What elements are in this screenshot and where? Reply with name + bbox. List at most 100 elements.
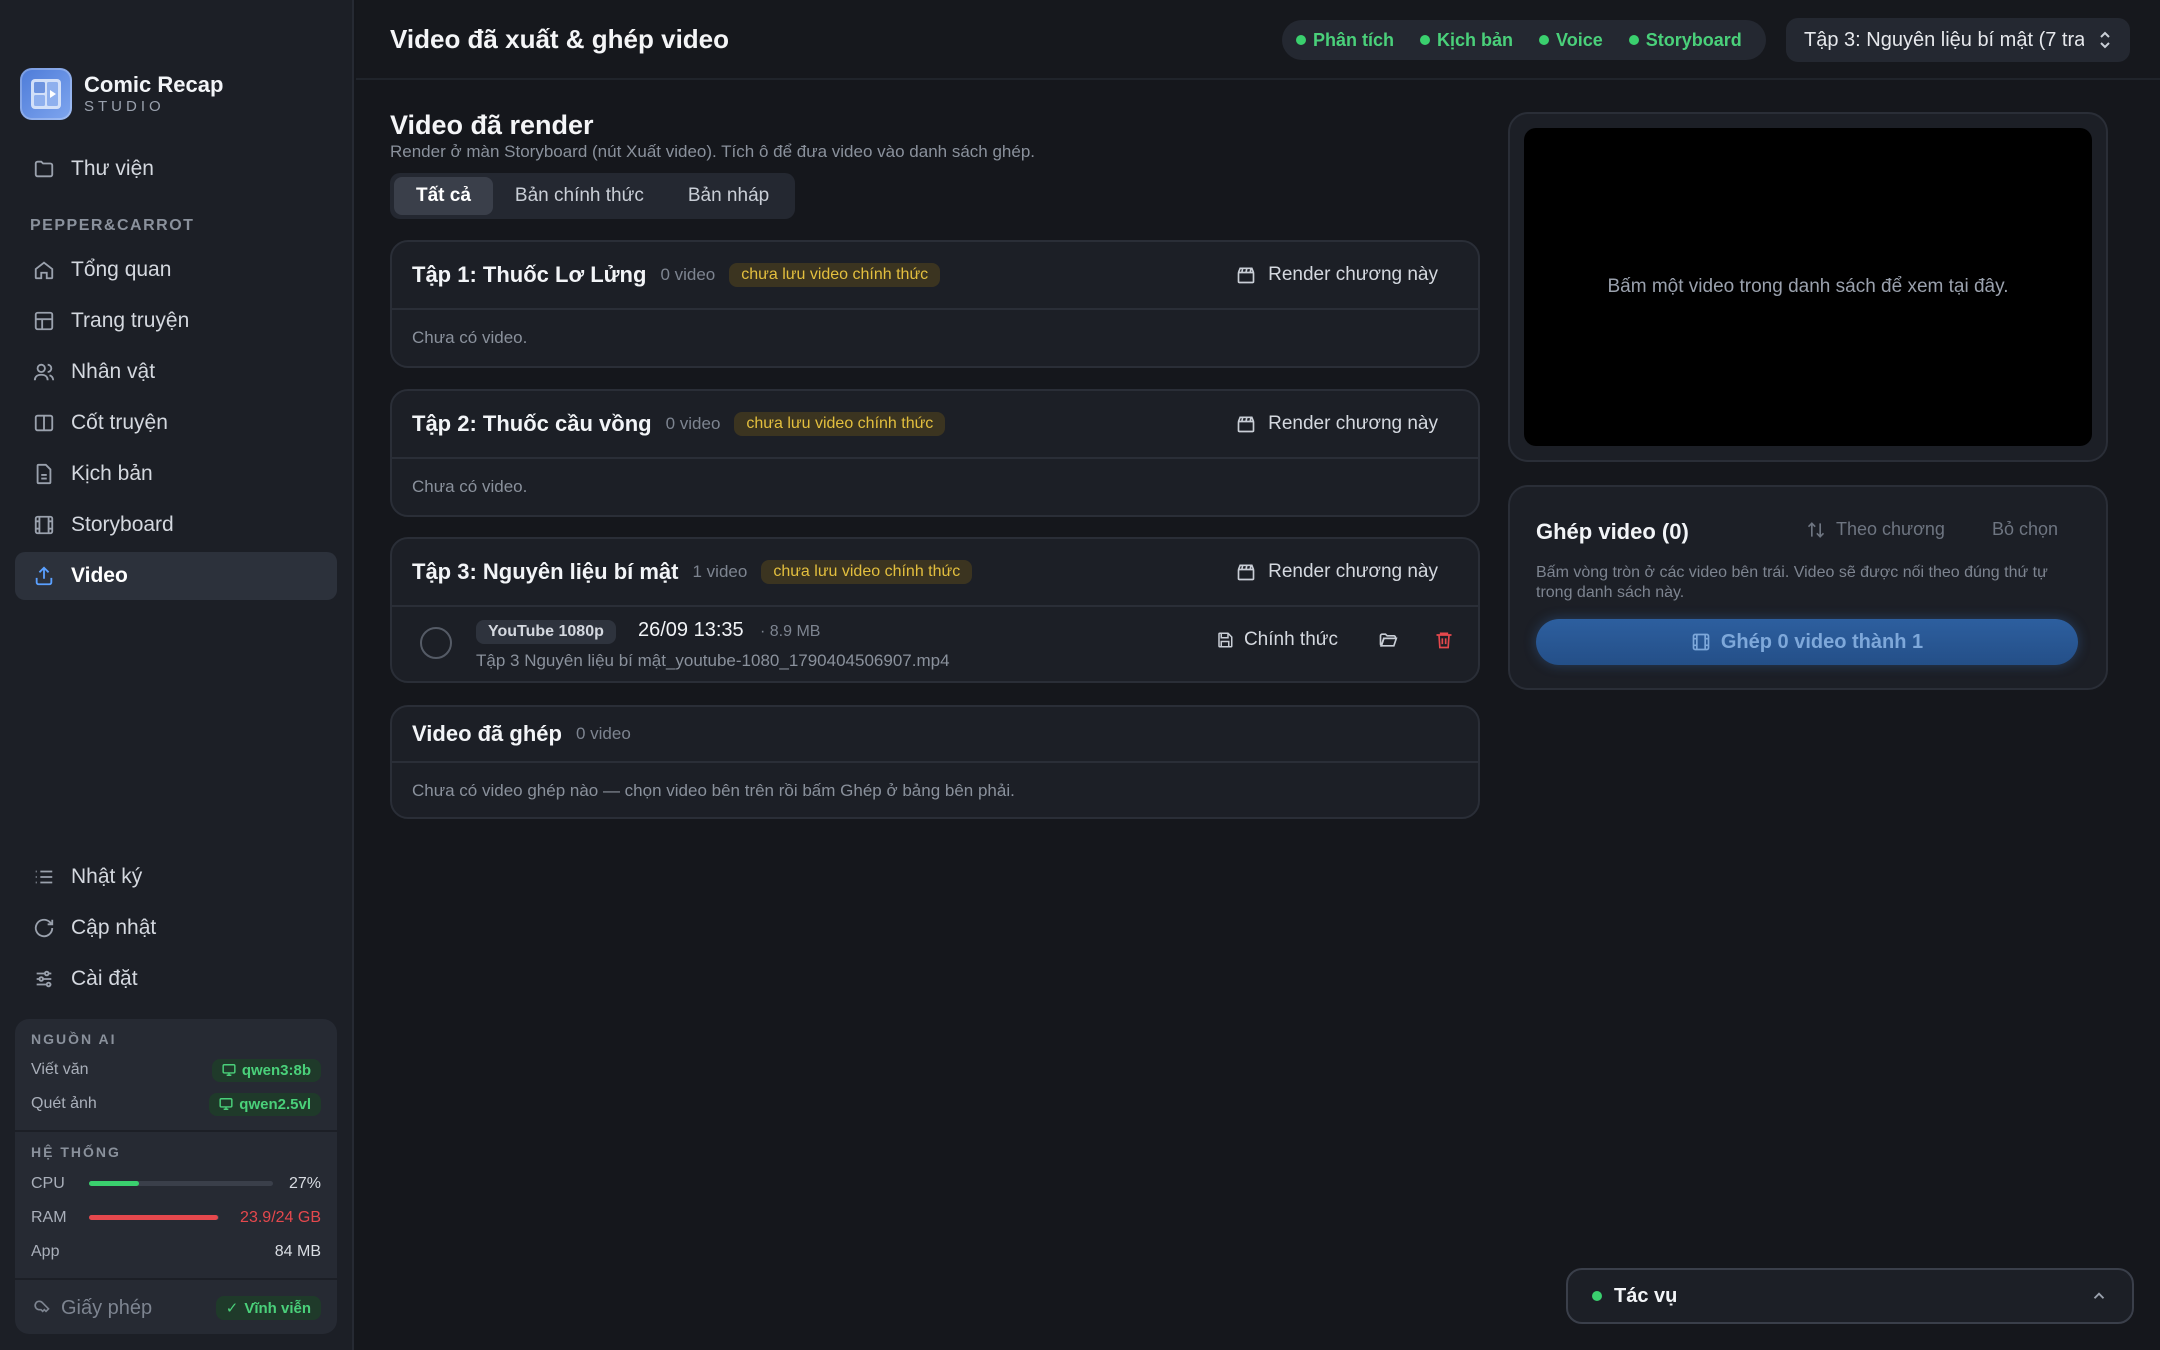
status-storyboard[interactable]: Storyboard xyxy=(1628,30,1742,51)
sidebar-item-storyboard[interactable]: Storyboard xyxy=(15,501,337,549)
sidebar-item-overview[interactable]: Tổng quan xyxy=(15,246,337,294)
project-label: PEPPER&CARROT xyxy=(30,217,195,234)
render-chapter-button[interactable]: Render chương này xyxy=(1236,413,1438,435)
sidebar-item-library[interactable]: Thư viện xyxy=(15,145,337,193)
episode-select-value: Tập 3: Nguyên liệu bí mật (7 trang) xyxy=(1804,28,2084,51)
sidebar-item-plot[interactable]: Cốt truyện xyxy=(15,399,337,447)
open-folder-icon[interactable] xyxy=(1378,630,1398,650)
ai-writer-model: qwen3:8b xyxy=(241,1061,311,1079)
video-preview-panel: Bấm một video trong danh sách để xem tại… xyxy=(1508,112,2108,462)
sidebar-item-video[interactable]: Video xyxy=(15,552,337,600)
sidebar-item-label: Trang truyện xyxy=(71,309,190,332)
sort-by-chapter-button[interactable]: Theo chương xyxy=(1806,519,1945,540)
brand: Comic Recap STUDIO xyxy=(20,68,223,120)
divider xyxy=(15,1278,337,1280)
license-row[interactable]: Giấy phép ✓ Vĩnh viễn xyxy=(31,1295,321,1321)
grid-icon xyxy=(31,308,57,334)
topbar: Video đã xuất & ghép video Phân tích Kịc… xyxy=(356,0,2160,80)
tab-official[interactable]: Bản chính thức xyxy=(493,177,666,215)
episode-count: 0 video xyxy=(665,414,721,433)
upload-icon xyxy=(31,563,57,589)
section-title: Video đã render xyxy=(390,110,594,140)
status-label: Voice xyxy=(1556,29,1603,50)
cpu-value: 27% xyxy=(288,1175,321,1192)
sidebar-item-label: Cập nhật xyxy=(71,916,157,939)
system-status-card: NGUỒN AI Viết văn qwen3:8b Quét ảnh qwen… xyxy=(15,1019,337,1334)
refresh-icon xyxy=(31,915,57,941)
empty-message: Chưa có video ghép nào — chọn video bên … xyxy=(412,781,1015,800)
sidebar-item-script[interactable]: Kịch bản xyxy=(15,450,337,498)
episode-select[interactable]: Tập 3: Nguyên liệu bí mật (7 trang) xyxy=(1786,18,2130,62)
status-dot xyxy=(1420,35,1431,45)
render-chapter-button[interactable]: Render chương này xyxy=(1236,561,1438,583)
sidebar-item-pages[interactable]: Trang truyện xyxy=(15,297,337,345)
sidebar-item-update[interactable]: Cập nhật xyxy=(15,904,337,952)
tab-all[interactable]: Tất cả xyxy=(394,177,493,215)
sidebar-item-characters[interactable]: Nhân vật xyxy=(15,348,337,396)
sidebar-item-label: Video xyxy=(71,564,128,587)
video-row[interactable]: YouTube 1080p 26/09 13:35 · 8.9 MB Tập 3… xyxy=(392,607,1478,679)
status-badge: chưa lưu video chính thức xyxy=(729,263,941,287)
merge-videos-button[interactable]: Ghép 0 video thành 1 xyxy=(1536,619,2078,665)
ai-scan-label: Quét ảnh xyxy=(31,1095,97,1112)
sidebar: Comic Recap STUDIO Thư viện PEPPER&CARRO… xyxy=(0,0,354,1350)
save-official-button[interactable]: Chính thức xyxy=(1216,629,1338,651)
status-badge: chưa lưu video chính thức xyxy=(761,560,973,584)
video-actions: Chính thức xyxy=(1216,629,1454,651)
sidebar-item-log[interactable]: Nhật ký xyxy=(15,853,337,901)
status-script[interactable]: Kịch bản xyxy=(1420,30,1513,51)
license-badge: ✓ Vĩnh viễn xyxy=(215,1296,321,1320)
users-icon xyxy=(31,359,57,385)
ai-writer-row: Viết văn qwen3:8b xyxy=(31,1057,321,1083)
status-dot xyxy=(1592,1291,1602,1301)
status-analysis[interactable]: Phân tích xyxy=(1296,30,1394,51)
tab-draft[interactable]: Bản nháp xyxy=(666,177,791,215)
pipeline-status-group: Phân tích Kịch bản Voice Storyboard xyxy=(1282,20,1766,60)
ai-scan-model: qwen2.5vl xyxy=(239,1095,311,1113)
clear-selection-button[interactable]: Bỏ chọn xyxy=(1992,519,2058,540)
section-description: Render ở màn Storyboard (nút Xuất video)… xyxy=(390,142,1035,161)
episode-header: Tập 1: Thuốc Lơ Lửng 0 video chưa lưu vi… xyxy=(392,242,1478,310)
sidebar-item-label: Nhân vật xyxy=(71,360,156,383)
preview-placeholder: Bấm một video trong danh sách để xem tại… xyxy=(1607,276,2009,297)
clapper-icon xyxy=(1237,267,1255,284)
app-value: 84 MB xyxy=(274,1243,321,1260)
render-chapter-button[interactable]: Render chương này xyxy=(1236,264,1438,286)
task-label: Tác vụ xyxy=(1614,1284,1678,1307)
video-date: 26/09 13:35 xyxy=(638,619,744,641)
file-icon xyxy=(31,461,57,487)
chevron-updown-icon xyxy=(2096,29,2114,57)
monitor-icon xyxy=(222,1064,236,1076)
status-dot xyxy=(1628,35,1639,45)
status-dot xyxy=(1539,35,1550,45)
app-title: Comic Recap xyxy=(84,72,224,97)
official-label: Chính thức xyxy=(1243,629,1338,650)
episode-title: Tập 3: Nguyên liệu bí mật xyxy=(412,559,679,584)
film-icon xyxy=(1692,633,1710,651)
merge-panel: Ghép video (0) Theo chương Bỏ chọn Bấm v… xyxy=(1508,485,2108,690)
status-voice[interactable]: Voice xyxy=(1539,30,1603,51)
status-dot xyxy=(1296,35,1306,45)
merge-button-label: Ghép 0 video thành 1 xyxy=(1720,630,1924,653)
folder-icon xyxy=(31,156,57,182)
empty-message: Chưa có video. xyxy=(412,477,528,496)
monitor-icon xyxy=(219,1098,233,1110)
delete-icon[interactable] xyxy=(1434,630,1454,650)
render-label: Render chương này xyxy=(1268,264,1438,285)
task-panel-toggle[interactable]: Tác vụ xyxy=(1566,1268,2134,1324)
episode-header: Tập 2: Thuốc cầu vồng 0 video chưa lưu v… xyxy=(392,391,1478,459)
cpu-label: CPU xyxy=(31,1175,65,1192)
ai-writer-model-badge: qwen3:8b xyxy=(211,1058,321,1082)
ram-bar-fill xyxy=(89,1215,219,1220)
episode-card: Tập 2: Thuốc cầu vồng 0 video chưa lưu v… xyxy=(390,389,1480,517)
video-player[interactable]: Bấm một video trong danh sách để xem tại… xyxy=(1524,128,2092,446)
sidebar-item-settings[interactable]: Cài đặt xyxy=(15,955,337,1003)
film-icon xyxy=(31,512,57,538)
merge-title: Ghép video (0) xyxy=(1536,519,1689,544)
merged-header: Video đã ghép 0 video xyxy=(392,707,1478,763)
status-badge: chưa lưu video chính thức xyxy=(734,412,946,436)
select-video-radio[interactable] xyxy=(420,627,452,659)
app-subtitle: STUDIO xyxy=(84,98,165,115)
render-label: Render chương này xyxy=(1268,413,1438,434)
app-logo-icon xyxy=(20,68,72,120)
